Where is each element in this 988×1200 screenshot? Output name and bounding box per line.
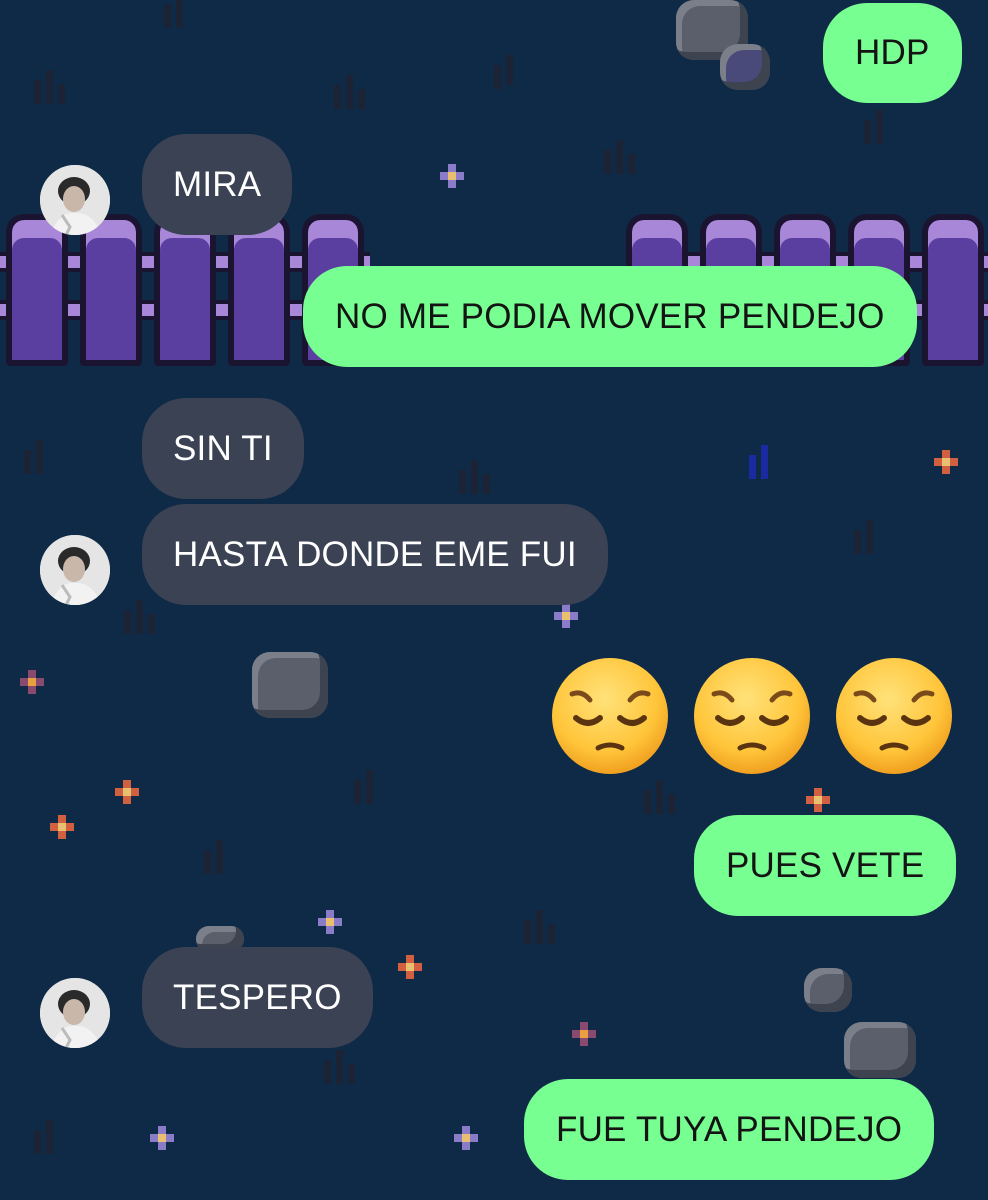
avatar[interactable]	[40, 535, 110, 605]
grass-decoration	[745, 445, 785, 485]
message-text: HASTA DONDE EME FUI	[173, 534, 577, 574]
contact-photo-icon	[40, 165, 110, 235]
message-text: FUE TUYA PENDEJO	[556, 1109, 903, 1149]
rock-decoration	[804, 968, 852, 1012]
grass-decoration	[120, 600, 160, 640]
grass-decoration	[30, 70, 70, 110]
flower-decoration	[115, 780, 139, 804]
flower-decoration	[398, 955, 422, 979]
rock-decoration	[844, 1022, 916, 1078]
contact-photo-icon	[40, 535, 110, 605]
grass-decoration	[520, 910, 560, 950]
grass-decoration	[350, 770, 390, 810]
avatar[interactable]	[40, 165, 110, 235]
outgoing-message[interactable]: NO ME PODIA MOVER PENDEJO	[303, 266, 917, 367]
rock-decoration	[720, 44, 770, 90]
incoming-message[interactable]: MIRA	[142, 134, 293, 235]
avatar[interactable]	[40, 978, 110, 1048]
outgoing-message[interactable]: PUES VETE	[694, 815, 957, 916]
flower-decoration	[572, 1022, 596, 1046]
pensive-face-icon	[836, 658, 952, 774]
rock-decoration	[252, 652, 328, 718]
outgoing-message[interactable]: FUE TUYA PENDEJO	[524, 1079, 935, 1180]
message-text: MIRA	[173, 164, 262, 204]
message-text: PUES VETE	[726, 845, 925, 885]
flower-decoration	[554, 604, 578, 628]
message-text: TESPERO	[173, 977, 342, 1017]
grass-decoration	[330, 75, 370, 115]
grass-decoration	[455, 460, 495, 500]
flower-decoration	[318, 910, 342, 934]
grass-decoration	[20, 440, 60, 480]
grass-decoration	[860, 110, 900, 150]
pensive-face-icon	[694, 658, 810, 774]
incoming-message[interactable]: HASTA DONDE EME FUI	[142, 504, 608, 605]
flower-decoration	[440, 164, 464, 188]
grass-decoration	[200, 840, 240, 880]
grass-decoration	[640, 780, 680, 820]
grass-decoration	[600, 140, 640, 180]
message-text: SIN TI	[173, 428, 273, 468]
grass-decoration	[160, 0, 200, 40]
emoji-message[interactable]	[550, 656, 954, 776]
message-text: HDP	[855, 33, 930, 72]
flower-decoration	[806, 788, 830, 812]
grass-decoration	[490, 55, 530, 95]
grass-decoration	[320, 1050, 360, 1090]
outgoing-message[interactable]: HDP	[823, 3, 962, 103]
flower-decoration	[50, 815, 74, 839]
contact-photo-icon	[40, 978, 110, 1048]
flower-decoration	[150, 1126, 174, 1150]
grass-decoration	[30, 1120, 70, 1160]
message-text: NO ME PODIA MOVER PENDEJO	[335, 296, 885, 336]
flower-decoration	[20, 670, 44, 694]
incoming-message[interactable]: TESPERO	[142, 947, 373, 1048]
incoming-message[interactable]: SIN TI	[142, 398, 304, 499]
flower-decoration	[934, 450, 958, 474]
flower-decoration	[454, 1126, 478, 1150]
grass-decoration	[850, 520, 890, 560]
pensive-face-icon	[552, 658, 668, 774]
